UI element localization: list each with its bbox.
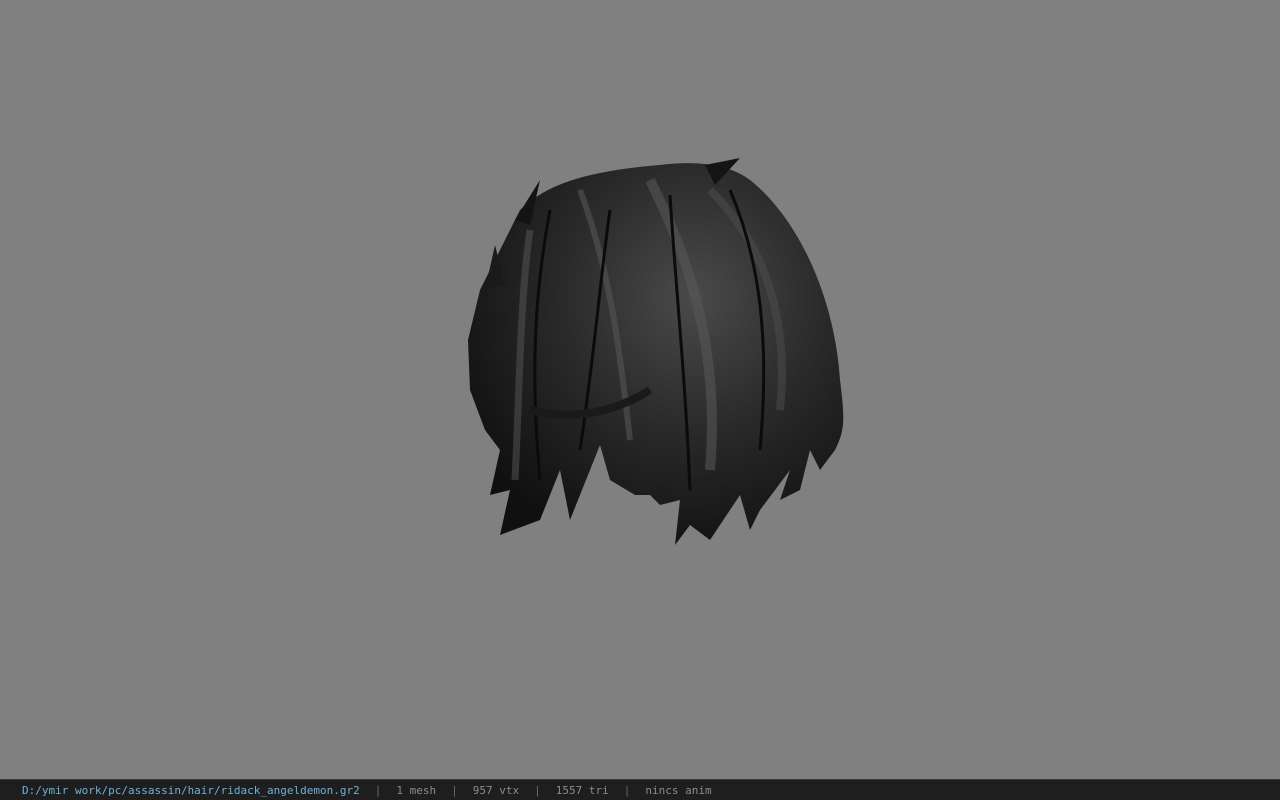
- vertex-count: 957 vtx: [472, 783, 520, 797]
- 3d-viewport[interactable]: [0, 0, 1280, 779]
- status-separator: |: [623, 783, 631, 797]
- mesh-count: 1 mesh: [396, 783, 437, 797]
- animation-status: nincs anim: [645, 783, 712, 797]
- status-separator: |: [374, 783, 382, 797]
- status-bar: D:/ymir work/pc/assassin/hair/ridack_ang…: [0, 779, 1280, 800]
- status-separator: |: [534, 783, 541, 797]
- status-separator: |: [451, 783, 458, 797]
- file-path: D:/ymir work/pc/assassin/hair/ridack_ang…: [22, 783, 360, 797]
- hair-model-render[interactable]: [460, 150, 860, 560]
- triangle-count: 1557 tri: [555, 783, 609, 797]
